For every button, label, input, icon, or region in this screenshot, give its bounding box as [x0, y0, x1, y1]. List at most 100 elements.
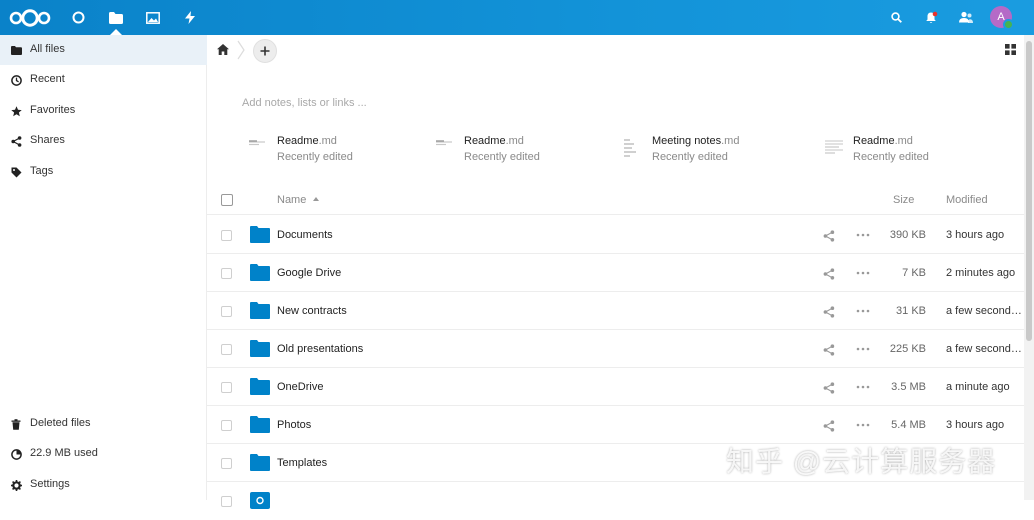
file-size: 31 KB — [896, 305, 926, 317]
more-actions-icon[interactable] — [856, 229, 870, 241]
file-name[interactable]: Google Drive — [277, 267, 341, 279]
select-all-checkbox[interactable] — [221, 194, 233, 206]
recent-file-name: Readme.md — [464, 135, 524, 147]
gear-icon — [10, 479, 22, 491]
sidebar-item-all-files[interactable]: All files — [0, 35, 207, 65]
share-icon[interactable] — [823, 420, 835, 432]
recent-file-card[interactable]: Readme.md Recently edited — [825, 132, 1005, 166]
table-row[interactable]: Google Drive 7 KB 2 minutes ago — [207, 254, 1024, 292]
file-name[interactable]: Photos — [277, 419, 311, 431]
sidebar-item-label: Shares — [30, 134, 65, 146]
table-row[interactable]: Photos 5.4 MB 3 hours ago — [207, 406, 1024, 444]
recent-file-subtitle: Recently edited — [277, 151, 353, 163]
row-checkbox[interactable] — [221, 458, 232, 469]
file-name[interactable]: Templates — [277, 457, 327, 469]
recent-file-name: Readme.md — [277, 135, 337, 147]
quota-icon — [10, 448, 22, 460]
photos-app-icon[interactable] — [142, 0, 164, 35]
file-size: 390 KB — [889, 229, 926, 241]
text-file-icon — [249, 140, 265, 146]
row-checkbox[interactable] — [221, 268, 232, 279]
text-file-icon — [624, 139, 636, 157]
row-checkbox[interactable] — [221, 496, 232, 507]
file-modified: 3 hours ago — [946, 229, 1005, 241]
more-actions-icon[interactable] — [856, 343, 870, 355]
recent-file-card[interactable]: Readme.md Recently edited — [249, 132, 429, 166]
row-checkbox[interactable] — [221, 306, 232, 317]
share-icon[interactable] — [823, 268, 835, 280]
file-name[interactable]: Documents — [277, 229, 333, 241]
folder-icon — [250, 378, 270, 395]
row-checkbox[interactable] — [221, 420, 232, 431]
row-checkbox[interactable] — [221, 344, 232, 355]
nextcloud-logo-icon[interactable] — [8, 0, 52, 35]
new-file-button[interactable] — [253, 39, 277, 63]
file-modified: a minute ago — [946, 381, 1010, 393]
sidebar-item-label: Deleted files — [30, 417, 91, 429]
sidebar-item-shares[interactable]: Shares — [0, 126, 207, 156]
share-icon[interactable] — [823, 306, 835, 318]
file-name[interactable]: New contracts — [277, 305, 347, 317]
sidebar-item-tags[interactable]: Tags — [0, 157, 207, 187]
sidebar-item-deleted-files[interactable]: Deleted files — [0, 409, 207, 439]
recent-file-subtitle: Recently edited — [464, 151, 540, 163]
sidebar-item-label: Tags — [30, 165, 54, 177]
recent-file-card[interactable]: Readme.md Recently edited — [436, 132, 616, 166]
app-header: A — [0, 0, 1034, 35]
contacts-menu-icon[interactable] — [956, 0, 976, 35]
text-file-icon — [436, 140, 452, 146]
table-row[interactable]: Old presentations 225 KB a few seconds a… — [207, 330, 1024, 368]
share-icon[interactable] — [823, 382, 835, 394]
sidebar-item-quota: 22.9 MB used — [0, 439, 207, 469]
column-header-modified[interactable]: Modified — [946, 194, 988, 206]
scrollbar-thumb[interactable] — [1026, 41, 1032, 341]
column-header-name[interactable]: Name — [277, 194, 306, 206]
recent-file-card[interactable]: Meeting notes.md Recently edited — [624, 132, 804, 166]
file-modified: 3 hours ago — [946, 419, 1005, 431]
more-actions-icon[interactable] — [856, 419, 870, 431]
rich-workspace-notes-input[interactable]: Add notes, lists or links ... — [242, 97, 367, 109]
recent-file-subtitle: Recently edited — [652, 151, 728, 163]
share-icon[interactable] — [823, 344, 835, 356]
sidebar-item-label: All files — [30, 43, 65, 55]
folder-icon — [250, 340, 270, 357]
home-icon[interactable] — [217, 44, 229, 56]
watermark-text: 知乎 @云计算服务器 — [726, 446, 997, 477]
navigation-sidebar: All files Recent Favorites Shares Tags D… — [0, 35, 207, 500]
search-icon[interactable] — [887, 0, 905, 35]
sidebar-item-recent[interactable]: Recent — [0, 65, 207, 95]
grid-view-toggle-icon[interactable] — [1005, 44, 1017, 56]
recent-file-subtitle: Recently edited — [853, 151, 929, 163]
sidebar-item-favorites[interactable]: Favorites — [0, 96, 207, 126]
dashboard-app-icon[interactable] — [68, 0, 88, 35]
more-actions-icon[interactable] — [856, 267, 870, 279]
file-name[interactable]: Old presentations — [277, 343, 363, 355]
row-checkbox[interactable] — [221, 230, 232, 241]
notifications-bell-icon[interactable] — [922, 0, 940, 35]
column-header-size[interactable]: Size — [893, 194, 914, 206]
file-modified: a few seconds ago — [946, 305, 1024, 317]
folder-icon — [250, 264, 270, 281]
folder-icon — [250, 302, 270, 319]
activity-app-icon[interactable] — [180, 0, 200, 35]
more-actions-icon[interactable] — [856, 381, 870, 393]
sidebar-item-settings[interactable]: Settings — [0, 470, 207, 500]
text-file-icon — [825, 140, 843, 154]
file-size: 225 KB — [889, 343, 926, 355]
page-scrollbar[interactable] — [1024, 35, 1034, 500]
table-row-partial[interactable] — [207, 482, 1024, 520]
table-row[interactable]: New contracts 31 KB a few seconds ago — [207, 292, 1024, 330]
table-row[interactable]: OneDrive 3.5 MB a minute ago — [207, 368, 1024, 406]
sidebar-item-label: Recent — [30, 73, 65, 85]
file-name[interactable]: OneDrive — [277, 381, 323, 393]
tag-icon — [10, 166, 22, 178]
file-size: 5.4 MB — [891, 419, 926, 431]
sidebar-item-label: Settings — [30, 478, 70, 490]
file-list-header: Name Size Modified — [207, 185, 1024, 215]
table-row[interactable]: Documents 390 KB 3 hours ago — [207, 216, 1024, 254]
sort-ascending-icon[interactable] — [313, 197, 319, 201]
more-actions-icon[interactable] — [856, 305, 870, 317]
folder-icon — [250, 226, 270, 243]
row-checkbox[interactable] — [221, 382, 232, 393]
share-icon[interactable] — [823, 230, 835, 242]
